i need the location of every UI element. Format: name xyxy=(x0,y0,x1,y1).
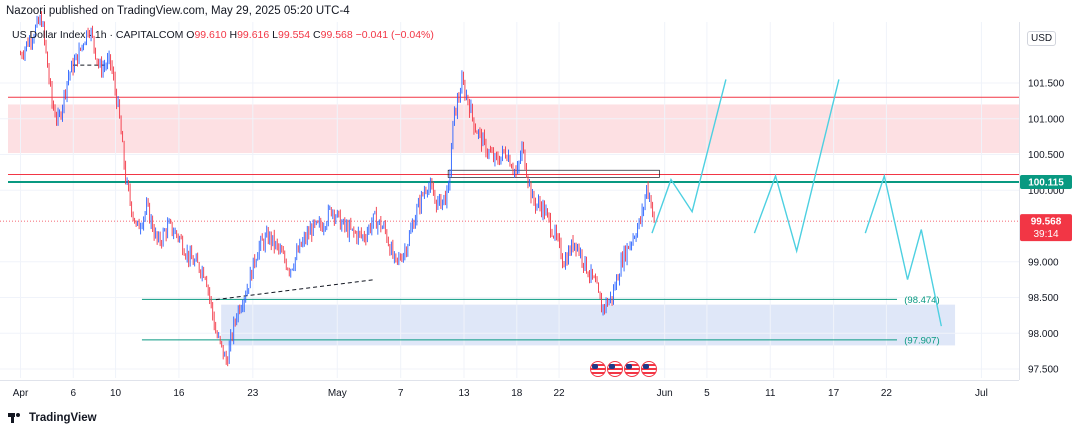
time-tick-label: 10 xyxy=(110,388,122,399)
currency-button[interactable]: USD xyxy=(1027,31,1057,46)
high-label: H xyxy=(229,29,238,41)
time-tick-label: Jul xyxy=(975,388,988,399)
price-tick-label: 101.000 xyxy=(1028,114,1065,125)
time-tick-label: 13 xyxy=(458,388,470,399)
time-tick-label: 17 xyxy=(828,388,840,399)
us-flag-icon[interactable] xyxy=(641,361,657,377)
time-tick-label: Jun xyxy=(657,388,673,399)
time-tick-label: 18 xyxy=(511,388,523,399)
tradingview-brand: TradingView xyxy=(29,412,97,424)
price-tick-label: 98.500 xyxy=(1028,293,1059,304)
price-chart[interactable]: (98.474) (97.907) 101.500 101.000 100.500 10… xyxy=(0,0,1080,435)
price-tick-label: 100.500 xyxy=(1028,150,1065,161)
time-tick-label: 6 xyxy=(71,388,77,399)
us-flag-icon[interactable] xyxy=(624,361,640,377)
support-line-label: (98.474) xyxy=(904,295,939,306)
price-tick-label: 101.500 xyxy=(1028,79,1065,90)
time-tick-label: 23 xyxy=(247,388,259,399)
symbol-legend[interactable]: US Dollar Index · 1h · CAPITALCOM O99.61… xyxy=(12,29,434,41)
support-line-label: (97.907) xyxy=(904,335,939,346)
tradingview-footer[interactable]: TradingView xyxy=(8,412,97,424)
level-price-text: 100.115 xyxy=(1028,178,1064,189)
time-tick-label: 11 xyxy=(765,388,776,399)
time-tick-label: 22 xyxy=(881,388,893,399)
time-tick-label: 5 xyxy=(704,388,710,399)
symbol-name[interactable]: US Dollar Index · 1h · CAPITALCOM xyxy=(12,29,183,41)
open-value: 99.610 xyxy=(194,29,227,41)
us-flag-icon[interactable] xyxy=(590,361,606,377)
range-box[interactable] xyxy=(447,169,660,178)
us-flag-icon[interactable] xyxy=(607,361,623,377)
support-zone[interactable] xyxy=(221,304,956,346)
projection-path-up[interactable] xyxy=(651,79,727,234)
close-label: C xyxy=(313,29,321,41)
time-tick-label: 7 xyxy=(398,388,404,399)
high-value: 99.616 xyxy=(237,29,270,41)
tradingview-logo-icon xyxy=(8,413,24,423)
events-markers[interactable] xyxy=(590,361,657,377)
bar-countdown-text: 39:14 xyxy=(1033,229,1058,240)
close-value: 99.568 xyxy=(320,29,353,41)
resistance-zone[interactable] xyxy=(8,104,1019,154)
trendline[interactable] xyxy=(215,279,375,301)
time-tick-label: 16 xyxy=(173,388,185,399)
price-tick-label: 99.000 xyxy=(1028,257,1059,268)
price-tick-label: 98.000 xyxy=(1028,329,1059,340)
current-price-text: 99.568 xyxy=(1031,217,1062,228)
time-tick-label: May xyxy=(328,388,347,399)
low-value: 99.554 xyxy=(277,29,311,41)
price-tick-label: 97.500 xyxy=(1028,365,1059,376)
time-tick-label: 22 xyxy=(553,388,565,399)
change-value: −0.041 (−0.04%) xyxy=(355,29,434,41)
time-tick-label: Apr xyxy=(13,388,29,399)
